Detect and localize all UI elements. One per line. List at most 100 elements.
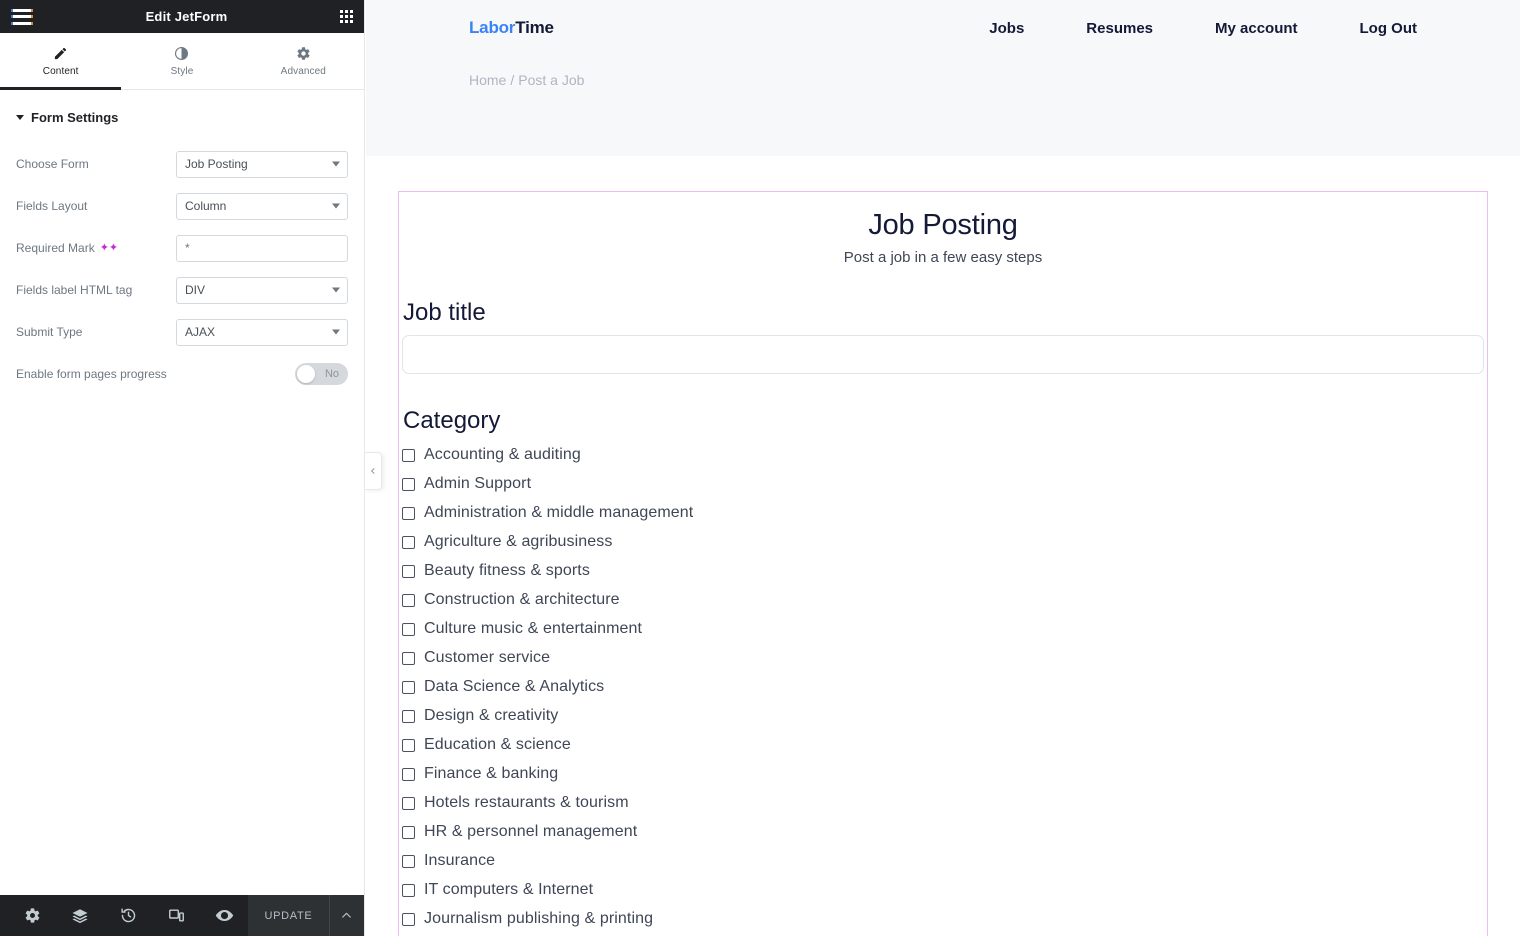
enable-form-pages-progress-toggle[interactable]: No [295,363,348,385]
category-option-label: Design & creativity [424,707,559,725]
control-choose-form-label: Choose Form [16,157,89,171]
section-form-settings[interactable]: Form Settings [0,90,364,143]
control-fields-layout: Fields Layout Column [0,185,364,227]
checkbox-icon[interactable] [402,854,415,868]
category-option[interactable]: Hotels restaurants & tourism [402,789,1484,818]
control-enable-form-pages-progress: Enable form pages progress No [0,353,364,395]
fields-layout-select[interactable]: Column [176,192,348,220]
checkbox-icon[interactable] [402,651,415,665]
apps-grid-icon[interactable] [339,10,353,23]
editor-workspace: Edit JetForm Content Style Advanced Form… [0,0,1520,936]
category-option[interactable]: Agriculture & agribusiness [402,528,1484,557]
tab-style[interactable]: Style [121,33,242,89]
panel-collapse-handle[interactable] [365,452,382,490]
checkbox-icon[interactable] [402,709,415,723]
category-option[interactable]: Insurance [402,847,1484,876]
jetform-widget: Job Posting Post a job in a few easy ste… [398,191,1488,936]
toggle-value-label: No [324,368,339,380]
gear-icon [296,46,311,61]
checkbox-icon[interactable] [402,825,415,839]
update-button[interactable]: UPDATE [248,895,329,936]
checkbox-icon[interactable] [402,912,415,926]
checkbox-icon[interactable] [402,564,415,578]
checkbox-icon[interactable] [402,506,415,520]
tab-advanced[interactable]: Advanced [243,33,364,89]
tab-content[interactable]: Content [0,33,122,90]
fields-label-html-tag-select[interactable]: DIV [176,276,348,304]
form-subtitle: Post a job in a few easy steps [843,248,1043,266]
category-option-label: HR & personnel management [424,823,638,841]
checkbox-icon[interactable] [402,796,415,810]
checkbox-icon[interactable] [402,477,415,491]
category-option-label: Journalism publishing & printing [424,910,654,928]
panel-header: Edit JetForm [0,0,364,33]
checkbox-icon[interactable] [402,593,415,607]
category-checkbox-list: Accounting & auditing Admin Support Admi… [402,441,1484,936]
category-option[interactable]: Construction & architecture [402,586,1484,615]
nav-link-my-account[interactable]: My account [1215,20,1298,37]
category-option[interactable]: Customer service [402,644,1484,673]
settings-gear-icon[interactable] [8,895,56,936]
submit-type-select[interactable]: AJAX [176,318,348,346]
form-header: Job Posting Post a job in a few easy ste… [399,208,1487,266]
category-option[interactable]: Accounting & auditing [402,441,1484,470]
form-title: Job Posting [868,209,1018,241]
category-option-label: Construction & architecture [424,591,620,609]
category-option[interactable]: Education & science [402,731,1484,760]
checkbox-icon[interactable] [402,622,415,636]
tab-content-label: Content [42,65,79,77]
checkbox-icon[interactable] [402,883,415,897]
category-option[interactable]: Finance & banking [402,760,1484,789]
checkbox-icon[interactable] [402,767,415,781]
required-mark-input[interactable] [176,234,348,262]
form-widget-wrapper: Job Posting Post a job in a few easy ste… [366,156,1520,936]
category-option[interactable]: Beauty fitness & sports [402,557,1484,586]
checkbox-icon[interactable] [402,535,415,549]
category-option-label: Finance & banking [424,765,559,783]
tab-advanced-label: Advanced [280,65,326,77]
field-job-title: Job title [399,299,1487,375]
category-option[interactable]: Administration & middle management [402,499,1484,528]
breadcrumb-separator: / [510,72,515,88]
hamburger-menu-icon[interactable] [11,8,33,25]
nav-link-log-out[interactable]: Log Out [1360,20,1417,37]
checkbox-icon[interactable] [402,448,415,462]
control-submit-type-label: Submit Type [16,325,83,339]
category-option[interactable]: Design & creativity [402,702,1484,731]
nav-link-jobs[interactable]: Jobs [989,20,1024,37]
checkbox-icon[interactable] [402,680,415,694]
elementor-editor-panel: Edit JetForm Content Style Advanced Form… [0,0,365,936]
ai-sparkle-icon[interactable]: ✦✦ [100,242,118,254]
history-revisions-icon[interactable] [104,895,152,936]
panel-footer-icons [0,895,248,936]
breadcrumb-current: Post a Job [518,72,585,88]
category-option[interactable]: Admin Support [402,470,1484,499]
job-title-input[interactable] [402,335,1484,375]
category-option-label: Data Science & Analytics [424,678,605,696]
panel-tabs: Content Style Advanced [0,33,364,90]
checkbox-icon[interactable] [402,738,415,752]
category-option[interactable]: Data Science & Analytics [402,673,1484,702]
category-option[interactable]: Culture music & entertainment [402,615,1484,644]
toggle-knob [297,365,315,383]
responsive-mode-icon[interactable] [152,895,200,936]
category-option-label: Accounting & auditing [424,446,581,464]
choose-form-select[interactable]: Job Posting [176,150,348,178]
section-form-settings-label: Form Settings [31,110,119,125]
breadcrumb-home[interactable]: Home [469,72,506,88]
category-option[interactable]: Journalism publishing & printing [402,905,1484,934]
layers-navigator-icon[interactable] [56,895,104,936]
category-option-label: Agriculture & agribusiness [424,533,613,551]
site-logo[interactable]: LaborTime [469,18,554,38]
control-required-mark-text: Required Mark [16,241,95,255]
caret-down-icon [16,115,24,120]
tab-style-label: Style [170,65,194,77]
logo-part-1: Labor [469,18,516,37]
preview-eye-icon[interactable] [200,895,248,936]
panel-title: Edit JetForm [145,9,228,24]
nav-link-resumes[interactable]: Resumes [1086,20,1153,37]
chevron-up-icon[interactable] [328,895,364,936]
control-fields-label-html-tag-label: Fields label HTML tag [16,283,133,297]
category-option[interactable]: HR & personnel management [402,818,1484,847]
category-option[interactable]: IT computers & Internet [402,876,1484,905]
